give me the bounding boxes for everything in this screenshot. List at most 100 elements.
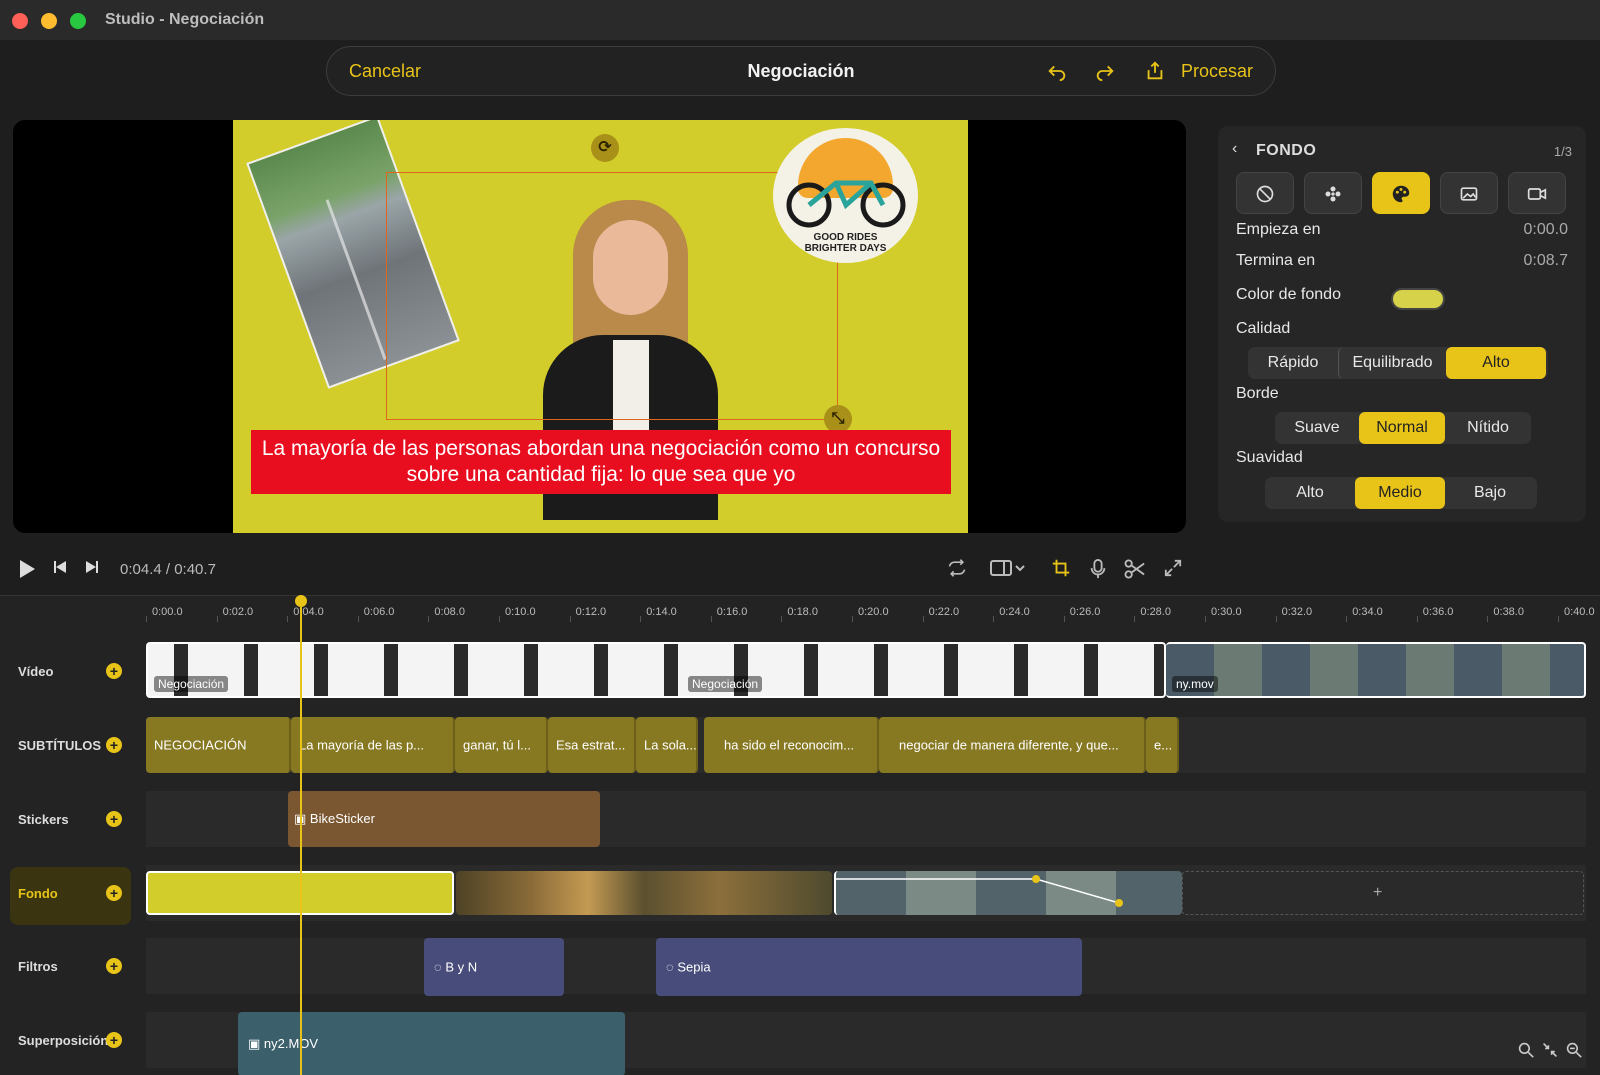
ruler-tick-label: 0:30.0 xyxy=(1211,606,1242,618)
ruler-tick-label: 0:36.0 xyxy=(1422,606,1454,618)
undo-icon[interactable] xyxy=(1045,60,1069,84)
zoom-out-icon[interactable] xyxy=(1566,1042,1582,1062)
close-window-button[interactable] xyxy=(12,13,28,29)
ruler-tick xyxy=(1487,616,1489,622)
project-title: Negociación xyxy=(747,61,855,81)
background-video-clip[interactable] xyxy=(834,871,1182,915)
no-background-icon[interactable] xyxy=(1236,172,1294,214)
ruler-tick xyxy=(428,616,430,622)
filter-icon: ◌ xyxy=(666,959,678,975)
step-forward-icon[interactable] xyxy=(82,559,100,580)
keyframe-curve[interactable] xyxy=(836,871,1182,915)
add-background-icon[interactable]: + xyxy=(106,885,122,901)
quality-option-balanced[interactable]: Equilibrado xyxy=(1338,347,1446,379)
video-preview[interactable]: ⟳ ⤡ GOOD RIDES BRIGHTER DAYS La mayoría … xyxy=(13,120,1186,533)
cancel-button[interactable]: Cancelar xyxy=(349,61,421,82)
quality-segmented-control: Rápido Equilibrado Alto xyxy=(1248,347,1548,379)
palette-icon[interactable] xyxy=(1372,172,1430,214)
add-subtitle-icon[interactable]: + xyxy=(106,737,122,753)
subtitle-clip[interactable]: negociar de manera diferente, y que... xyxy=(879,717,1146,773)
bike-sticker[interactable]: GOOD RIDES BRIGHTER DAYS xyxy=(773,128,918,263)
microphone-icon[interactable] xyxy=(1090,559,1106,584)
selection-box[interactable] xyxy=(386,172,838,420)
ruler-tick xyxy=(852,616,853,622)
add-background-slot[interactable]: + xyxy=(1182,871,1584,915)
crop-icon[interactable] xyxy=(1052,559,1070,582)
starts-label: Empieza en xyxy=(1236,221,1321,238)
smooth-option-high[interactable]: Alto xyxy=(1265,477,1355,509)
add-video-icon[interactable]: + xyxy=(106,663,122,679)
expand-icon[interactable] xyxy=(1164,559,1182,582)
ruler-tick-label: 0:06.0 xyxy=(363,606,395,618)
video-clip-main[interactable]: Negociación Negociación xyxy=(146,642,1166,698)
sticker-text-line2: BRIGHTER DAYS xyxy=(804,243,887,254)
subtitle-clip[interactable]: ha sido el reconocim... xyxy=(704,717,879,773)
video-icon[interactable] xyxy=(1508,172,1566,214)
subtitle-clip[interactable]: ganar, tú l... xyxy=(455,717,548,773)
edge-option-soft[interactable]: Suave xyxy=(1275,412,1359,444)
background-image-clip[interactable] xyxy=(456,871,832,915)
subtitle-clip[interactable]: La mayoría de las p... xyxy=(291,717,455,773)
smooth-option-medium[interactable]: Medio xyxy=(1355,477,1445,509)
add-sticker-icon[interactable]: + xyxy=(106,811,122,827)
ruler-tick xyxy=(640,616,642,622)
process-button[interactable]: Procesar xyxy=(1181,61,1253,82)
play-icon[interactable] xyxy=(18,559,36,584)
ruler-tick-label: 0:18.0 xyxy=(787,606,818,618)
fit-timeline-icon[interactable] xyxy=(1542,1042,1558,1062)
bg-color-swatch[interactable] xyxy=(1391,288,1445,310)
ruler-tick xyxy=(146,616,147,622)
preview-canvas[interactable]: ⟳ ⤡ GOOD RIDES BRIGHTER DAYS La mayoría … xyxy=(233,120,968,533)
ruler-tick xyxy=(499,616,500,622)
quality-option-fast[interactable]: Rápido xyxy=(1248,347,1338,379)
add-overlay-icon[interactable]: + xyxy=(106,1032,122,1048)
layout-dropdown-icon[interactable] xyxy=(990,559,1026,582)
subtitle-clip[interactable]: La sola... xyxy=(636,717,698,773)
edge-option-normal[interactable]: Normal xyxy=(1359,412,1445,444)
back-chevron-icon[interactable]: ‹ xyxy=(1232,140,1237,158)
ruler-tick-label: 0:28.0 xyxy=(1140,606,1171,618)
zoom-window-button[interactable] xyxy=(70,13,86,29)
redo-icon[interactable] xyxy=(1093,60,1117,84)
minimize-window-button[interactable] xyxy=(41,13,57,29)
top-toolbar: Cancelar Negociación Procesar xyxy=(326,46,1276,96)
image-icon[interactable] xyxy=(1440,172,1498,214)
filter-clip[interactable]: ◌ Sepia xyxy=(656,938,1082,996)
video-clip-ny[interactable]: ny.mov xyxy=(1166,642,1586,698)
rotate-handle-icon[interactable]: ⟳ xyxy=(591,134,619,162)
smooth-option-low[interactable]: Bajo xyxy=(1445,477,1535,509)
playhead[interactable] xyxy=(295,595,307,1075)
ends-value[interactable]: 0:08.7 xyxy=(1524,252,1568,270)
ruler-tick xyxy=(357,616,359,622)
subtitle-clip[interactable]: e... xyxy=(1146,717,1179,773)
smooth-label: Suavidad xyxy=(1236,449,1303,466)
add-filter-icon[interactable]: + xyxy=(106,958,122,974)
zoom-in-icon[interactable] xyxy=(1518,1042,1534,1062)
resize-handle-icon[interactable]: ⤡ xyxy=(824,405,852,433)
subtitle-caption[interactable]: La mayoría de las personas abordan una n… xyxy=(251,430,951,494)
starts-value[interactable]: 0:00.0 xyxy=(1524,221,1568,239)
loop-icon[interactable] xyxy=(947,559,967,582)
track-label-video: Vídeo xyxy=(18,664,54,679)
sticker-clip[interactable]: ▣ BikeSticker xyxy=(288,791,600,847)
overlay-clip[interactable]: ▣ ny2.MOV xyxy=(238,1012,625,1075)
ruler-tick-label: 0:10.0 xyxy=(505,606,536,618)
quality-option-high[interactable]: Alto xyxy=(1446,347,1546,379)
edge-option-sharp[interactable]: Nítido xyxy=(1445,412,1531,444)
subtitle-clip[interactable]: NEGOCIACIÓN xyxy=(146,717,291,773)
blur-icon[interactable] xyxy=(1304,172,1362,214)
caption-line-2: sobre una cantidad fija: lo que sea que … xyxy=(406,463,796,486)
bg-color-label: Color de fondo xyxy=(1236,286,1341,303)
export-icon[interactable] xyxy=(1143,60,1167,84)
ruler-tick xyxy=(569,616,571,622)
scissors-icon[interactable] xyxy=(1124,559,1146,584)
edge-label: Borde xyxy=(1236,385,1279,402)
ruler-tick xyxy=(1275,616,1277,622)
step-back-icon[interactable] xyxy=(52,559,70,580)
timeline[interactable]: 0:00.0 0:02.0 0:04.0 0:06.0 0:08.0 0:10.0 0:12… xyxy=(0,595,1600,1075)
subtitle-clip[interactable]: Esa estrat... xyxy=(548,717,636,773)
caption-line-1: La mayoría de las personas abordan una n… xyxy=(261,437,941,460)
filter-icon: ◌ xyxy=(434,959,446,975)
time-ruler[interactable]: 0:00.0 0:02.0 0:04.0 0:06.0 0:08.0 0:10.0 0:12… xyxy=(146,596,1600,622)
filter-clip[interactable]: ◌ B y N xyxy=(424,938,564,996)
